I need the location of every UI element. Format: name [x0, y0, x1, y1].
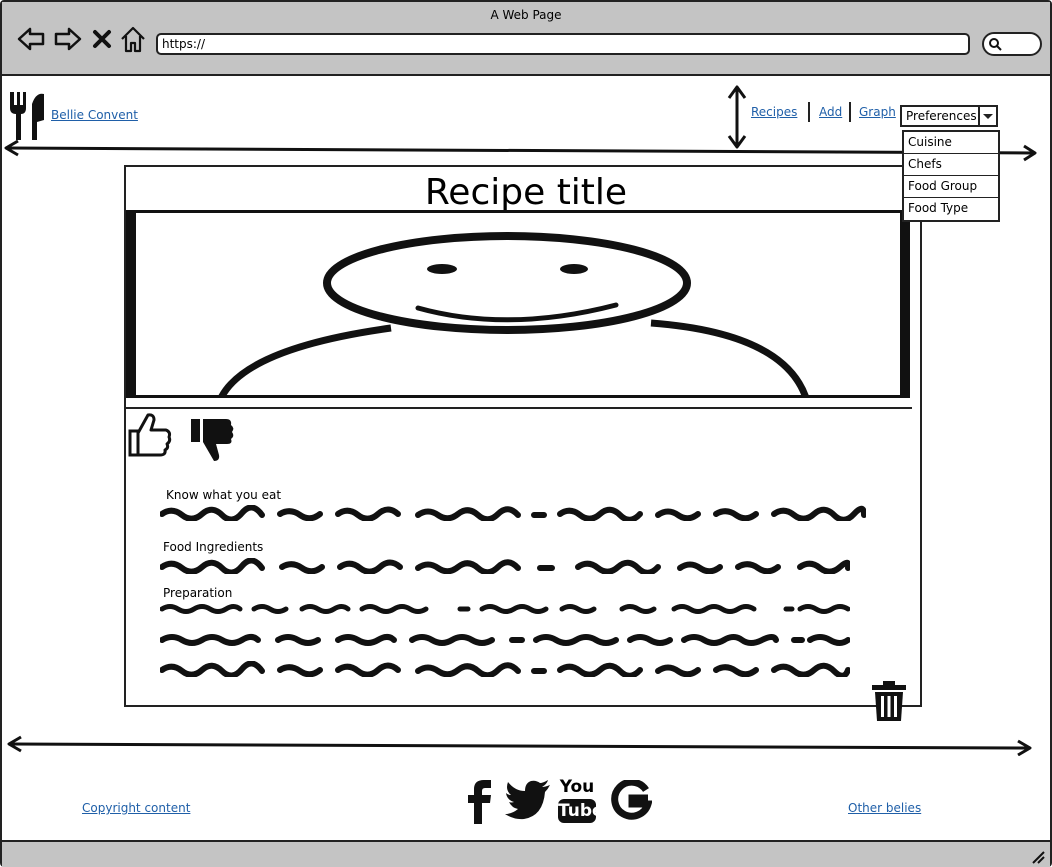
- resize-grip-icon[interactable]: [1030, 849, 1046, 865]
- section-label-preparation: Preparation: [163, 586, 233, 600]
- browser-window: A Web Page https:// Bellie Convent Recip…: [0, 0, 1052, 867]
- text-placeholder-scribble: [160, 505, 866, 521]
- recipe-title: Recipe title: [424, 172, 628, 213]
- nav-recipes[interactable]: Recipes: [751, 105, 797, 119]
- browser-search-box[interactable]: [982, 32, 1042, 56]
- browser-titlebar: A Web Page https://: [2, 2, 1050, 76]
- thumbs-down-icon[interactable]: [188, 415, 236, 463]
- copyright-link[interactable]: Copyright content: [82, 801, 190, 815]
- url-bar[interactable]: https://: [156, 33, 970, 55]
- text-placeholder-scribble: [160, 604, 850, 614]
- facebook-icon[interactable]: [466, 778, 494, 824]
- text-placeholder-scribble: [160, 661, 850, 677]
- section-label-ingredients: Food Ingredients: [163, 540, 264, 554]
- recipe-image: [126, 210, 910, 398]
- stop-icon[interactable]: [90, 24, 114, 54]
- preferences-option-food-type[interactable]: Food Type: [904, 198, 998, 219]
- nav-separator: [808, 102, 810, 122]
- youtube-icon-text: You: [559, 777, 595, 797]
- fork-knife-icon: [10, 92, 44, 140]
- nav-separator: [849, 102, 851, 122]
- preferences-selected-value: Preferences: [906, 109, 977, 123]
- horizontal-double-arrow-icon: [7, 735, 1032, 756]
- horizontal-double-arrow-icon: [4, 140, 1037, 162]
- thumbs-up-icon[interactable]: [127, 411, 173, 459]
- trash-icon[interactable]: [870, 680, 908, 722]
- preferences-option-cuisine[interactable]: Cuisine: [904, 132, 998, 154]
- window-title: A Web Page: [490, 8, 562, 22]
- back-arrow-icon[interactable]: [16, 24, 46, 54]
- placeholder-person-image: [218, 232, 809, 395]
- youtube-icon[interactable]: You Tube: [558, 777, 604, 825]
- twitter-icon[interactable]: [505, 780, 551, 820]
- text-placeholder-scribble: [160, 558, 850, 574]
- youtube-icon-badge: Tube: [558, 799, 604, 823]
- home-icon[interactable]: [118, 24, 148, 54]
- other-belies-link[interactable]: Other belies: [848, 801, 921, 815]
- forward-arrow-icon[interactable]: [53, 24, 83, 54]
- preferences-option-chefs[interactable]: Chefs: [904, 154, 998, 176]
- search-icon: [989, 38, 1002, 51]
- nav-graph[interactable]: Graph: [859, 105, 896, 119]
- section-label-know: Know what you eat: [166, 488, 282, 502]
- chevron-down-icon[interactable]: [978, 107, 996, 125]
- preferences-dropdown[interactable]: Preferences: [900, 105, 998, 127]
- browser-statusbar: [2, 840, 1050, 867]
- preferences-option-food-group[interactable]: Food Group: [904, 176, 998, 198]
- text-placeholder-scribble: [160, 634, 850, 646]
- google-icon[interactable]: [610, 780, 652, 822]
- brand-link[interactable]: Bellie Convent: [51, 108, 138, 122]
- preferences-menu: Cuisine Chefs Food Group Food Type: [902, 130, 1000, 222]
- card-divider: [126, 407, 912, 409]
- nav-add[interactable]: Add: [819, 105, 842, 119]
